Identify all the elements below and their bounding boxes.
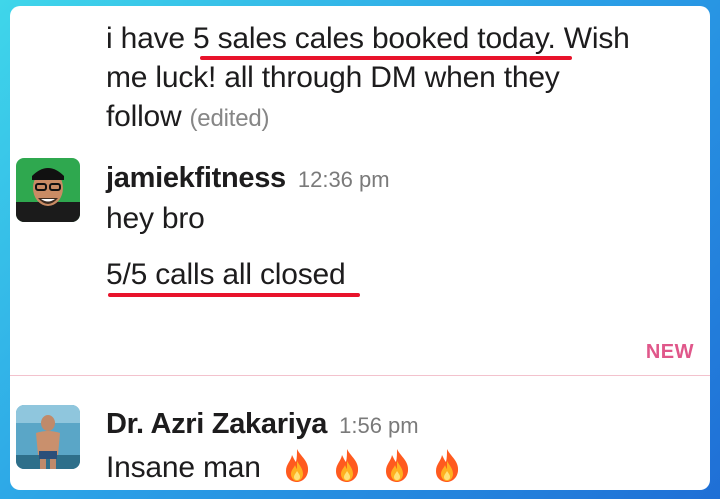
message-header: Dr. Azri Zakariya 1:56 pm <box>106 408 419 441</box>
message-text: Insane man <box>106 451 261 484</box>
new-divider-label: NEW <box>645 341 694 363</box>
message-header: jamiekfitness 12:36 pm <box>106 162 390 195</box>
avatar-jamiekfitness[interactable] <box>16 158 80 222</box>
avatar-azri[interactable] <box>16 405 80 469</box>
timestamp[interactable]: 12:36 pm <box>298 167 390 193</box>
message-text: follow <box>106 100 182 133</box>
author-name[interactable]: jamiekfitness <box>106 162 286 195</box>
message-line: hey bro <box>106 202 205 235</box>
new-divider-line <box>10 375 710 376</box>
author-name[interactable]: Dr. Azri Zakariya <box>106 408 327 441</box>
edited-label: (edited) <box>189 105 270 132</box>
highlight-underline <box>200 56 572 60</box>
message-line-last: follow (edited) <box>106 98 269 138</box>
fire-emoji <box>285 449 308 482</box>
avatar-image <box>16 158 80 222</box>
fire-emoji <box>435 449 458 482</box>
chat-panel: i have 5 sales cales booked today. Wish … <box>10 6 710 490</box>
message-line: Insane man <box>106 447 461 487</box>
highlight-underline <box>108 293 360 297</box>
avatar-image <box>16 405 80 469</box>
fire-emoji <box>335 449 358 482</box>
message-line: 5/5 calls all closed <box>106 258 346 291</box>
timestamp[interactable]: 1:56 pm <box>339 413 419 439</box>
fire-emoji <box>385 449 408 482</box>
message-line: me luck! all through DM when they <box>106 61 560 94</box>
message-line: i have 5 sales cales booked today. Wish <box>106 22 630 55</box>
